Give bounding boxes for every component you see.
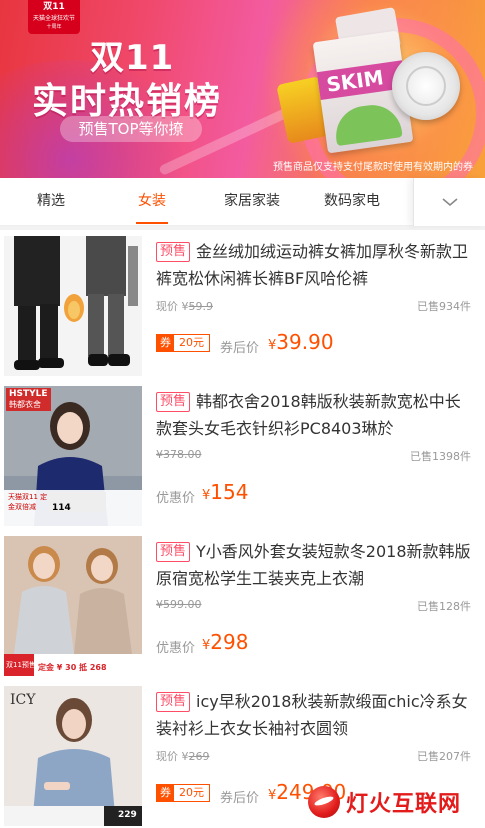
product-title[interactable]: 预售 Y小香风外套女装短款冬2018新款韩版原宿宽松学生工装夹克上衣潮 (156, 538, 471, 592)
price-label: 现价 ¥ (156, 750, 189, 763)
sold-count: 已售207件 (417, 750, 471, 763)
original-price: ¥599.00 (156, 598, 202, 611)
product-title[interactable]: 预售 金丝绒加绒运动裤女裤加厚秋冬新款卫裤宽松休闲裤长裤BF风哈伦裤 (156, 238, 471, 292)
presale-tag: 预售 (156, 542, 191, 562)
tab-active-indicator (136, 222, 168, 224)
original-price: ¥378.00 (156, 448, 202, 461)
bag-grass (332, 101, 403, 147)
product-image[interactable]: ICY 229 (4, 686, 142, 826)
tab-label: 精选 (37, 193, 65, 209)
brand-label: HSTYLE 韩都衣舍 (6, 388, 51, 411)
sold-count: 已售1398件 (410, 450, 471, 463)
thumb-promo-text: 双11预售 (6, 661, 36, 669)
product-card[interactable]: 预售 金丝绒加绒运动裤女裤加厚秋冬新款卫裤宽松休闲裤长裤BF风哈伦裤 现价 ¥59… (0, 230, 485, 380)
presale-tag: 预售 (156, 242, 191, 262)
sold-count: 已售934件 (417, 300, 471, 313)
product-title-text: 金丝绒加绒运动裤女裤加厚秋冬新款卫裤宽松休闲裤长裤BF风哈伦裤 (156, 242, 469, 288)
product-meta: 现价 ¥59.9 已售934件 (156, 298, 471, 322)
banner-note: 预售商品仅支持支付尾款时使用有效期内的券 (273, 162, 473, 173)
chevron-down-icon (442, 198, 458, 207)
tab-home-furnishing[interactable]: 家居家装 (202, 178, 302, 226)
price-row: 优惠价 ¥154 (156, 478, 471, 510)
badge-line1: 天猫全球狂欢节 (32, 15, 75, 22)
coupon-badge[interactable]: 券 20元 (156, 784, 210, 802)
brand-logo: ICY (10, 692, 36, 708)
product-title-text: Y小香风外套女装短款冬2018新款韩版原宿宽松学生工装夹克上衣潮 (156, 542, 471, 588)
tab-digital-appliances[interactable]: 数码家电 (302, 178, 402, 226)
product-title[interactable]: 预售 icy早秋2018秋装新款缎面chic冷系女装衬衫上衣女长袖衬衣圆领 (156, 688, 471, 742)
page: 双11 天猫全球狂欢节 十周年 双11 实时热销榜 预售TOP等你撩 SKIM … (0, 0, 485, 828)
price-label: 现价 ¥ (156, 300, 189, 313)
coupon-badge[interactable]: 券 20元 (156, 334, 210, 352)
coupon-value: 20元 (179, 786, 204, 799)
promo-banner[interactable]: 双11 天猫全球狂欢节 十周年 双11 实时热销榜 预售TOP等你撩 SKIM … (0, 0, 485, 178)
badge-logo: 双11 (43, 2, 65, 12)
thumb-price: 229 (118, 810, 137, 820)
final-price-label: 优惠价 (156, 491, 196, 506)
banner-pill: 预售TOP等你撩 (60, 116, 202, 142)
final-price-value: 154 (210, 480, 249, 504)
thumb-promo-text: 天猫双11 定金双倍减 (8, 493, 48, 511)
original-price: 269 (188, 750, 210, 763)
product-meta: 现价 ¥269 已售207件 (156, 748, 471, 772)
final-price: ¥154 (202, 480, 248, 504)
price-row: 券 20元 券后价 ¥39.90 (156, 328, 471, 360)
tab-featured[interactable]: 精选 (0, 178, 102, 226)
product-image[interactable] (4, 236, 142, 376)
sold-count: 已售128件 (417, 600, 471, 613)
final-price-label: 券后价 (220, 791, 260, 806)
product-info: 预售 韩都衣舍2018韩版秋装新款宽松中长款套头女毛衣针织衫PC8403琳於 ¥3… (156, 388, 471, 510)
thumb-promo-line: 定金 ¥ 30 抵 268 (38, 663, 107, 672)
product-title-text: 韩都衣舍2018韩版秋装新款宽松中长款套头女毛衣针织衫PC8403琳於 (156, 392, 461, 438)
presale-tag: 预售 (156, 392, 191, 412)
price-row: 优惠价 ¥298 (156, 628, 471, 660)
tab-label: 家居家装 (224, 193, 280, 209)
product-image[interactable]: 双11预售 定金 ¥ 30 抵 268 (4, 536, 142, 676)
coupon-value: 20元 (179, 336, 204, 349)
final-price-value: 298 (210, 630, 249, 654)
badge-line2: 十周年 (46, 24, 62, 30)
final-price-value: 39.90 (276, 330, 334, 354)
product-info: 预售 Y小香风外套女装短款冬2018新款韩版原宿宽松学生工装夹克上衣潮 ¥599.… (156, 538, 471, 660)
original-price: 59.9 (188, 300, 214, 313)
tab-label: 数码家电 (324, 193, 380, 209)
product-robot-vacuum-image (392, 52, 460, 120)
product-image[interactable]: HSTYLE 韩都衣舍 天猫双11 定金双倍减 114 (4, 386, 142, 526)
product-title-text: icy早秋2018秋装新款缎面chic冷系女装衬衫上衣女长袖衬衣圆领 (156, 692, 468, 738)
presale-tag: 预售 (156, 692, 191, 712)
tab-label: 女装 (138, 193, 166, 209)
product-meta: ¥378.00 已售1398件 (156, 448, 471, 472)
product-info: 预售 金丝绒加绒运动裤女裤加厚秋冬新款卫裤宽松休闲裤长裤BF风哈伦裤 现价 ¥59… (156, 238, 471, 360)
tab-womens-clothing[interactable]: 女装 (102, 178, 202, 226)
final-price: ¥298 (202, 630, 248, 654)
thumb-promo-price: 114 (52, 503, 71, 513)
product-meta: ¥599.00 已售128件 (156, 598, 471, 622)
tab-more-button[interactable] (413, 178, 485, 226)
coupon-prefix: 券 (157, 335, 174, 351)
watermark-logo-icon (308, 786, 340, 818)
category-tabs: 精选 女装 家居家装 数码家电 (0, 178, 485, 226)
product-card[interactable]: HSTYLE 韩都衣舍 天猫双11 定金双倍减 114 预售 韩都衣舍2018韩版… (0, 380, 485, 530)
product-card[interactable]: 双11预售 定金 ¥ 30 抵 268 预售 Y小香风外套女装短款冬2018新款韩… (0, 530, 485, 680)
tmall-double11-badge: 双11 天猫全球狂欢节 十周年 (28, 0, 80, 34)
coupon-prefix: 券 (157, 785, 174, 801)
product-title[interactable]: 预售 韩都衣舍2018韩版秋装新款宽松中长款套头女毛衣针织衫PC8403琳於 (156, 388, 471, 442)
final-price: ¥39.90 (268, 330, 334, 354)
final-price-label: 优惠价 (156, 641, 196, 656)
watermark-text: 灯火互联网 (346, 792, 462, 817)
final-price-label: 券后价 (220, 341, 260, 356)
